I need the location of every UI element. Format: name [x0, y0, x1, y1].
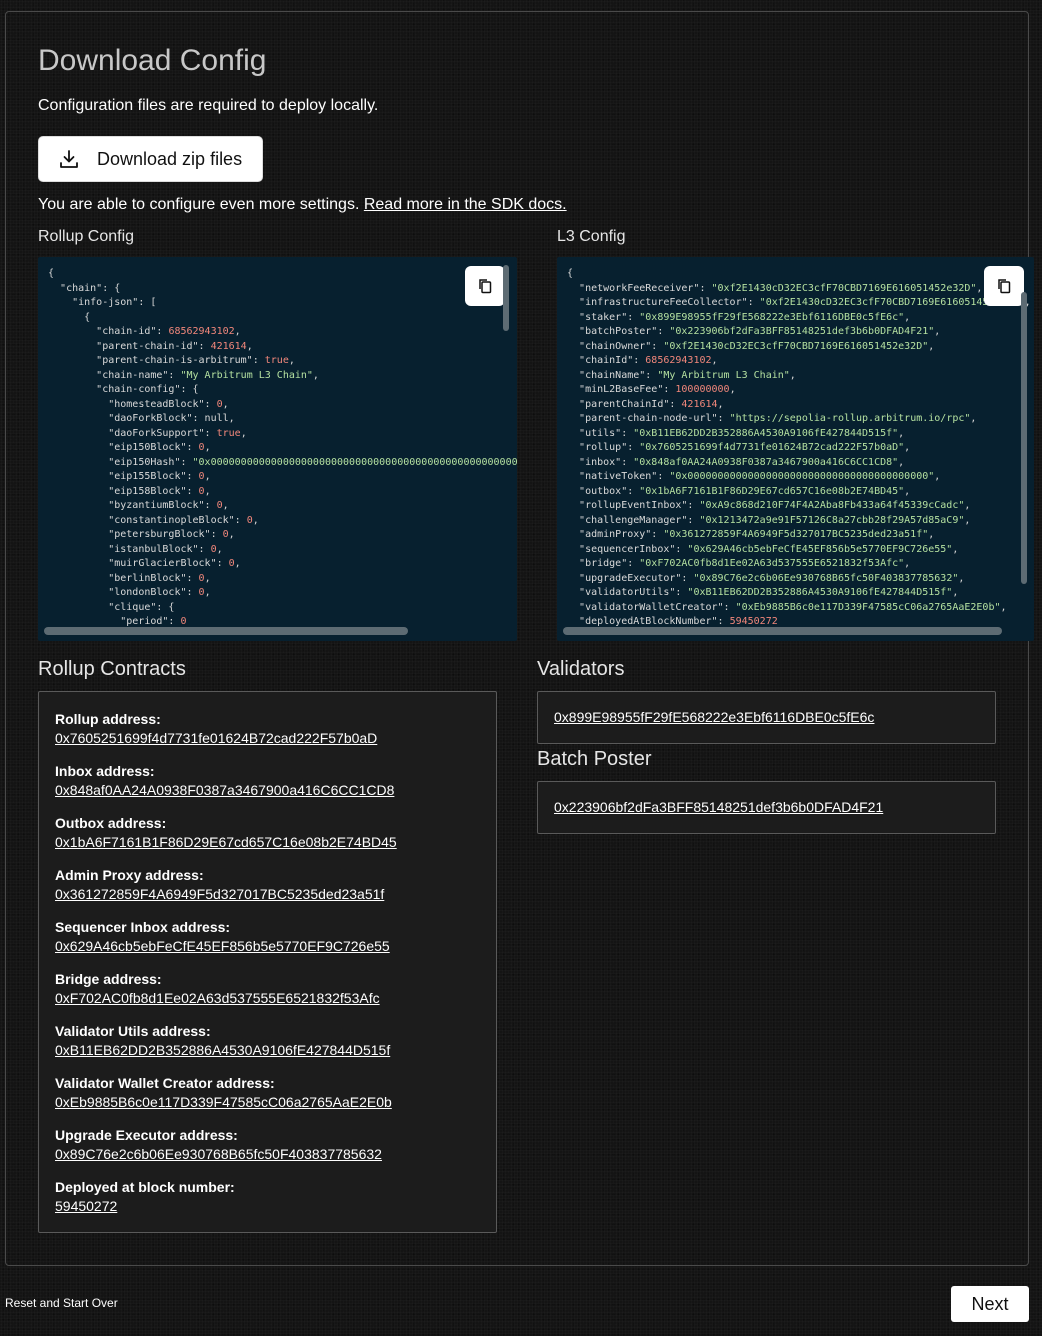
contract-address-link[interactable]: 59450272	[55, 1196, 117, 1216]
contract-item: Validator Utils address: 0xB11EB62DD2B352…	[55, 1022, 496, 1074]
contract-address-link[interactable]: 0xEb9885B6c0e117D339F47585cC06a2765AaE2E…	[55, 1092, 392, 1112]
rollup-contracts-title: Rollup Contracts	[38, 658, 186, 680]
validator-address-link[interactable]: 0x899E98955fF29fE568222e3Ebf6116DBE0c5fE…	[554, 709, 874, 725]
copy-icon	[998, 279, 1011, 294]
rollup-config-label: Rollup Config	[38, 228, 135, 245]
l3-config-text: { "networkFeeReceiver": "0xf2E1430cD32EC…	[567, 268, 1031, 627]
batch-poster-title: Batch Poster	[537, 748, 652, 770]
contract-address-link[interactable]: 0x89C76e2c6b06Ee930768B65fc50F4038377856…	[55, 1144, 382, 1164]
contract-label: Upgrade Executor address:	[55, 1127, 238, 1143]
l3-config-code[interactable]: { "networkFeeReceiver": "0xf2E1430cD32EC…	[557, 257, 1034, 641]
l3-config-hscroll[interactable]	[563, 627, 1002, 635]
page-subtitle: Configuration files are required to depl…	[38, 97, 379, 114]
sdk-note: You are able to configure even more sett…	[38, 196, 567, 214]
contract-item: Admin Proxy address: 0x361272859F4A6949F5…	[55, 866, 496, 918]
contract-label: Sequencer Inbox address:	[55, 919, 231, 935]
batch-poster-address-link[interactable]: 0x223906bf2dFa3BFF85148251def3b6b0DFAD4F…	[554, 799, 883, 815]
download-icon	[60, 150, 78, 168]
contract-address-link[interactable]: 0xB11EB62DD2B352886A4530A9106fE427844D51…	[55, 1040, 390, 1060]
rollup-config-code[interactable]: { "chain": { "info-json": [ { "chain-id"…	[38, 257, 517, 641]
contract-item: Validator Wallet Creator address: 0xEb988…	[55, 1074, 496, 1126]
contract-label: Admin Proxy address:	[55, 867, 204, 883]
contract-address-link[interactable]: 0x1bA6F7161B1F86D29E67cd657C16e08b2E74BD…	[55, 832, 397, 852]
rollup-config-vscroll[interactable]	[503, 265, 509, 331]
next-button[interactable]: Next	[951, 1286, 1029, 1322]
copy-rollup-config-button[interactable]	[465, 266, 505, 306]
batch-poster-box: 0x223906bf2dFa3BFF85148251def3b6b0DFAD4F…	[537, 781, 996, 834]
contract-item: Rollup address: 0x7605251699f4d7731fe0162…	[55, 710, 496, 762]
contract-label: Inbox address:	[55, 763, 155, 779]
contract-item: Inbox address: 0x848af0AA24A0938F0387a346…	[55, 762, 496, 814]
rollup-config-hscroll[interactable]	[44, 627, 408, 635]
validators-title: Validators	[537, 658, 625, 680]
contract-address-link[interactable]: 0x848af0AA24A0938F0387a3467900a416C6CC1C…	[55, 780, 394, 800]
contract-label: Validator Wallet Creator address:	[55, 1075, 275, 1091]
contract-item: Sequencer Inbox address: 0x629A46cb5ebFeC…	[55, 918, 496, 970]
contract-item: Outbox address: 0x1bA6F7161B1F86D29E67cd6…	[55, 814, 496, 866]
contract-label: Rollup address:	[55, 711, 161, 727]
copy-l3-config-button[interactable]	[984, 266, 1024, 306]
contract-item: Deployed at block number: 59450272	[55, 1178, 496, 1230]
contract-label: Outbox address:	[55, 815, 167, 831]
reset-start-over-button[interactable]: Reset and Start Over	[5, 1296, 118, 1310]
page-title: Download Config	[38, 44, 267, 77]
contract-item: Upgrade Executor address: 0x89C76e2c6b06E…	[55, 1126, 496, 1178]
download-zip-label: Download zip files	[97, 148, 243, 169]
sdk-note-text: You are able to configure even more sett…	[38, 196, 364, 213]
contract-address-link[interactable]: 0x7605251699f4d7731fe01624B72cad222F57b0…	[55, 728, 377, 748]
contract-label: Bridge address:	[55, 971, 162, 987]
contract-address-link[interactable]: 0xF702AC0fb8d1Ee02A63d537555E6521832f53A…	[55, 988, 380, 1008]
download-zip-button[interactable]: Download zip files	[38, 136, 263, 182]
l3-config-label: L3 Config	[557, 228, 626, 245]
contract-address-link[interactable]: 0x361272859F4A6949F5d327017BC5235ded23a5…	[55, 884, 384, 904]
rollup-config-text: { "chain": { "info-json": [ { "chain-id"…	[48, 268, 517, 627]
contract-label: Validator Utils address:	[55, 1023, 211, 1039]
contract-item: Bridge address: 0xF702AC0fb8d1Ee02A63d537…	[55, 970, 496, 1022]
sdk-docs-link[interactable]: Read more in the SDK docs.	[364, 196, 567, 213]
l3-config-vscroll[interactable]	[1021, 292, 1027, 584]
copy-icon	[479, 279, 492, 294]
contract-label: Deployed at block number:	[55, 1179, 235, 1195]
contract-address-link[interactable]: 0x629A46cb5ebFeCfE45EF856b5e5770EF9C726e…	[55, 936, 390, 956]
validators-box: 0x899E98955fF29fE568222e3Ebf6116DBE0c5fE…	[537, 691, 996, 744]
rollup-contracts-box: Rollup address: 0x7605251699f4d7731fe0162…	[38, 691, 497, 1233]
